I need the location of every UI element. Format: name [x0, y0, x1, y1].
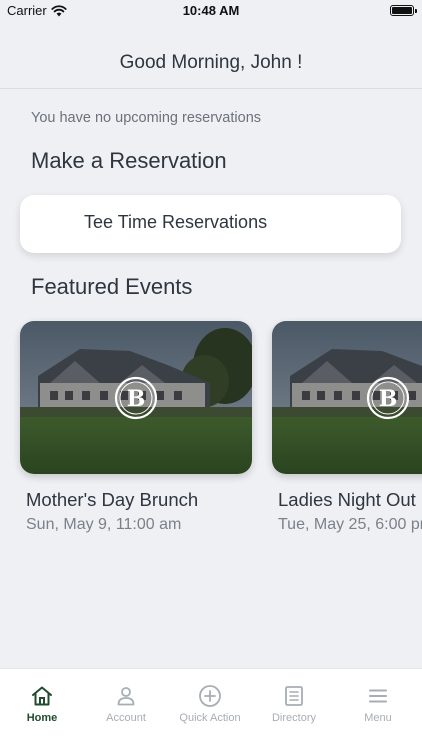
tab-directory[interactable]: Directory — [252, 669, 336, 739]
svg-text:B: B — [379, 386, 398, 412]
no-reservations-message: You have no upcoming reservations — [31, 110, 262, 126]
event-card[interactable]: B — [20, 321, 252, 474]
tee-time-label: Tee Time Reservations — [84, 212, 268, 232]
event-image: B — [20, 321, 252, 474]
event-date: Tue, May 25, 6:00 pm — [278, 516, 422, 533]
tab-directory-label: Directory — [271, 712, 316, 724]
tab-bar: Home Account Quick Action Directory Menu — [0, 668, 422, 750]
tab-account-label: Account — [106, 712, 146, 724]
greeting-title: Good Morning, John ! — [119, 52, 303, 73]
tee-time-reservations-button[interactable]: Tee Time Reservations — [20, 195, 401, 253]
tab-home[interactable]: Home — [0, 669, 84, 739]
event-card[interactable]: B — [272, 321, 422, 474]
tab-home-label: Home — [26, 712, 58, 724]
tab-account[interactable]: Account — [84, 669, 168, 739]
tab-menu[interactable]: Menu — [336, 669, 420, 739]
event-date: Sun, May 9, 11:00 am — [26, 516, 182, 533]
featured-events-heading: Featured Events — [31, 274, 193, 299]
home-screen: Carrier 10:48 AM Good Morning, John ! Yo… — [0, 0, 422, 750]
tab-quick-action[interactable]: Quick Action — [168, 669, 252, 739]
event-image: B — [272, 321, 422, 474]
account-icon — [117, 687, 135, 706]
home-icon — [32, 686, 52, 706]
directory-icon — [285, 686, 303, 706]
svg-text:B: B — [127, 386, 146, 412]
event-title: Mother's Day Brunch — [26, 489, 199, 510]
status-time: 10:48 AM — [182, 3, 240, 18]
make-reservation-heading: Make a Reservation — [31, 148, 227, 173]
tab-quick-action-label: Quick Action — [179, 712, 241, 724]
event-title: Ladies Night Out — [278, 489, 416, 510]
tab-menu-label: Menu — [364, 712, 392, 724]
battery-icon — [390, 5, 417, 16]
nav-header: Good Morning, John ! — [0, 22, 422, 89]
status-bar: Carrier 10:48 AM — [0, 0, 422, 22]
plus-circle-icon — [199, 685, 221, 707]
menu-icon — [369, 689, 387, 703]
